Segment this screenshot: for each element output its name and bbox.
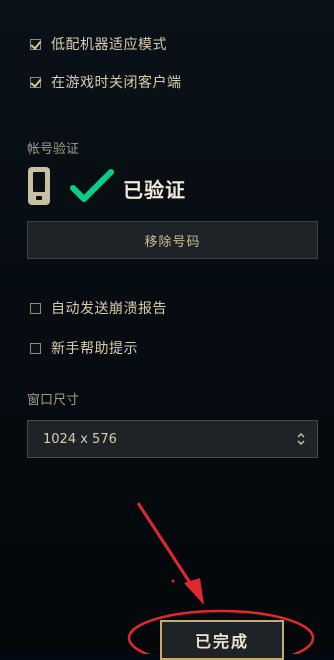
phone-icon — [28, 167, 50, 205]
low-spec-mode-label: 低配机器适应模式 — [51, 37, 167, 53]
newbie-tips-option[interactable]: 新手帮助提示 — [30, 337, 138, 359]
low-spec-mode-checkbox[interactable] — [30, 38, 41, 50]
low-spec-mode-option[interactable]: 低配机器适应模式 — [30, 33, 167, 55]
auto-crash-report-checkbox[interactable] — [30, 302, 41, 314]
window-size-heading: 窗口尺寸 — [27, 393, 80, 408]
newbie-tips-label: 新手帮助提示 — [51, 341, 138, 357]
close-client-in-game-label: 在游戏时关闭客户端 — [51, 75, 182, 91]
window-size-value: 1024 x 576 — [43, 431, 117, 447]
verified-status: 已验证 — [123, 178, 186, 202]
settings-panel: 低配机器适应模式 在游戏时关闭客户端 帐号验证 已验证 移除号码 自动发送崩溃报… — [0, 0, 334, 660]
red-annotation-arrow-icon — [127, 502, 315, 654]
close-client-in-game-option[interactable]: 在游戏时关闭客户端 — [30, 71, 182, 93]
account-verification-heading: 帐号验证 — [27, 142, 80, 157]
done-button[interactable]: 已完成 — [160, 620, 284, 660]
remove-number-button[interactable]: 移除号码 — [27, 221, 318, 259]
newbie-tips-checkbox[interactable] — [30, 342, 41, 354]
window-size-select[interactable]: 1024 x 576 — [27, 420, 318, 458]
auto-crash-report-option[interactable]: 自动发送崩溃报告 — [30, 297, 167, 319]
updown-arrows-icon — [297, 432, 305, 446]
close-client-in-game-checkbox[interactable] — [30, 76, 41, 88]
green-checkmark-icon — [70, 169, 114, 202]
auto-crash-report-label: 自动发送崩溃报告 — [51, 301, 167, 317]
